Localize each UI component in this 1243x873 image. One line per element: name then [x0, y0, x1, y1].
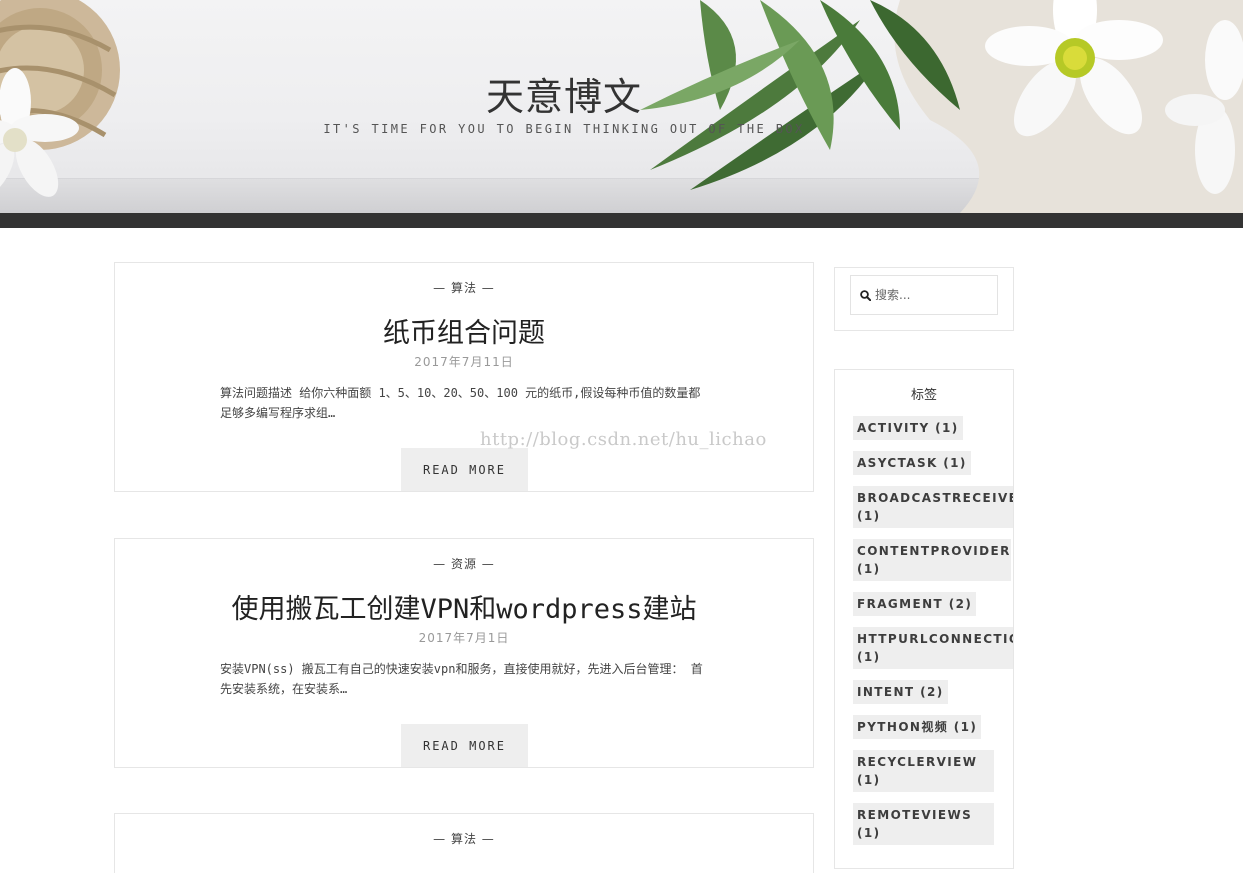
- post-card: — 资源 — 使用搬瓦工创建VPN和wordpress建站 2017年7月1日 …: [114, 538, 814, 768]
- tag-link[interactable]: PYTHON视频 (1): [853, 715, 982, 739]
- tag-link[interactable]: INTENT (2): [853, 680, 948, 704]
- tag-link[interactable]: FRAGMENT (2): [853, 592, 977, 616]
- post-card: — 算法 —: [114, 813, 814, 873]
- tag-link[interactable]: REMOTEVIEWS (1): [853, 803, 994, 845]
- search-widget: [834, 267, 1014, 331]
- tag-link[interactable]: CONTENTPROVIDER (1): [853, 539, 1011, 581]
- tag-link[interactable]: ASYCTASK (1): [853, 451, 971, 475]
- site-tagline: IT'S TIME FOR YOU TO BEGIN THINKING OUT …: [323, 122, 805, 136]
- search-icon: [860, 289, 871, 301]
- watermark-text: http://blog.csdn.net/hu_lichao: [480, 429, 767, 450]
- tag-link[interactable]: BROADCASTRECEIVE (1): [853, 486, 1013, 528]
- post-date: 2017年7月11日: [414, 355, 514, 369]
- search-box[interactable]: [850, 275, 998, 315]
- post-card: — 算法 — 纸币组合问题 2017年7月11日 算法问题描述 给你六种面额 1…: [114, 262, 814, 492]
- post-title[interactable]: 使用搬瓦工创建VPN和wordpress建站: [115, 587, 813, 626]
- tags-widget: 标签 ACTIVITY (1) ASYCTASK (1) BROADCASTRE…: [834, 369, 1014, 869]
- header-banner: 天意博文 IT'S TIME FOR YOU TO BEGIN THINKING…: [0, 0, 1243, 213]
- tag-link[interactable]: RECYCLERVIEW (1): [853, 750, 994, 792]
- post-category[interactable]: — 算法 —: [115, 830, 813, 847]
- tag-link[interactable]: HTTPURLCONNECTIO (1): [853, 627, 1013, 669]
- post-category[interactable]: — 算法 —: [115, 279, 813, 296]
- tags-widget-title: 标签: [910, 388, 937, 403]
- tag-link[interactable]: ACTIVITY (1): [853, 416, 963, 440]
- read-more-button[interactable]: READ MORE: [401, 724, 528, 767]
- read-more-button[interactable]: READ MORE: [401, 448, 528, 491]
- site-title[interactable]: 天意博文: [0, 66, 1128, 121]
- nav-bar: [0, 213, 1243, 228]
- post-category[interactable]: — 资源 —: [115, 555, 813, 572]
- tag-list: ACTIVITY (1) ASYCTASK (1) BROADCASTRECEI…: [853, 416, 1015, 856]
- post-title[interactable]: 纸币组合问题: [115, 311, 813, 350]
- post-excerpt: 算法问题描述 给你六种面额 1、5、10、20、50、100 元的纸币,假设每种…: [220, 386, 701, 420]
- post-date: 2017年7月1日: [418, 631, 510, 645]
- post-excerpt: 安装VPN(ss) 搬瓦工有自己的快速安装vpn和服务，直接使用就好，先进入后台…: [220, 662, 703, 696]
- search-input[interactable]: [871, 288, 985, 302]
